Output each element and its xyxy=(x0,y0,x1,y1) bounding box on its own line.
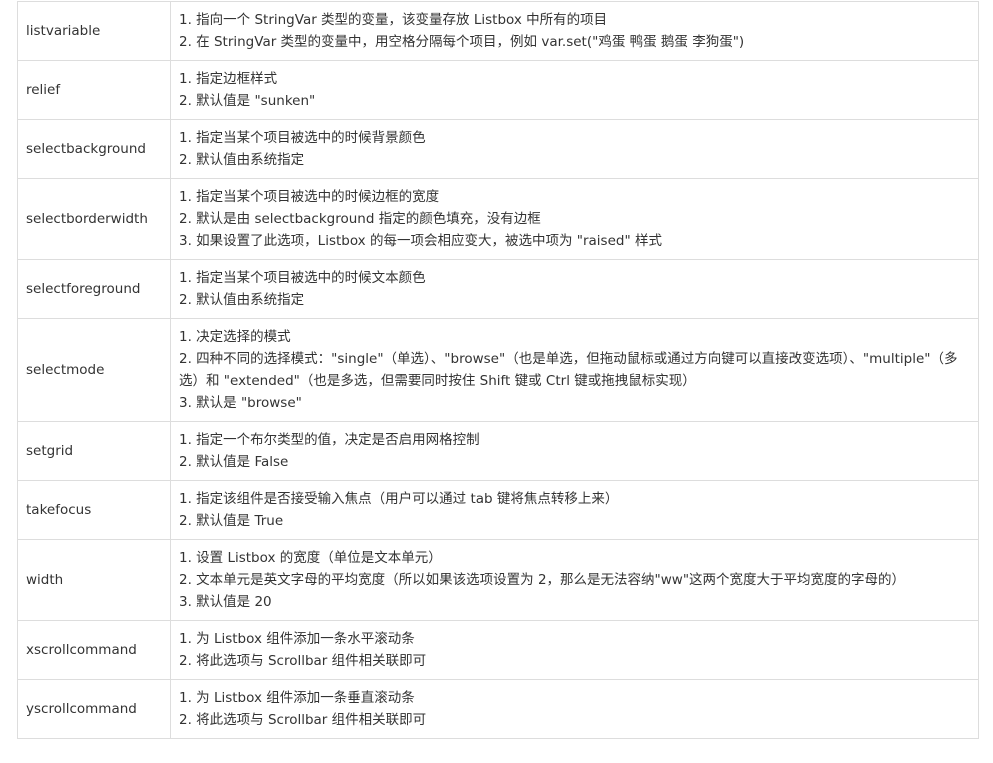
option-name: listvariable xyxy=(26,23,101,39)
option-description-line: 2. 在 StringVar 类型的变量中，用空格分隔每个项目，例如 var.s… xyxy=(179,34,745,50)
table-row: selectmode 1. 决定选择的模式 2. 四种不同的选择模式："single… xyxy=(17,318,979,422)
option-description-cell: 1. 指定一个布尔类型的值，决定是否启用网格控制 2. 默认值是 False xyxy=(170,421,979,481)
option-name-cell: yscrollcommand xyxy=(17,679,171,739)
table-row: listvariable 1. 指向一个 StringVar 类型的变量，该变量存… xyxy=(17,1,979,61)
option-description-line: 2. 将此选项与 Scrollbar 组件相关联即可 xyxy=(179,712,427,728)
table-row: relief 1. 指定边框样式 2. 默认值是 "sunken" xyxy=(17,60,979,120)
option-description-cell: 1. 指定该组件是否接受输入焦点（用户可以通过 tab 键将焦点转移上来） 2. … xyxy=(170,480,979,540)
option-name-cell: width xyxy=(17,539,171,621)
option-description-line: 1. 指定当某个项目被选中的时候文本颜色 xyxy=(179,270,426,286)
option-name: selectbackground xyxy=(26,141,146,157)
option-name-cell: selectforeground xyxy=(17,259,171,319)
option-description-cell: 1. 指定当某个项目被选中的时候文本颜色 2. 默认值由系统指定 xyxy=(170,259,979,319)
option-name-cell: relief xyxy=(17,60,171,120)
option-description-line: 3. 默认是 "browse" xyxy=(179,395,302,411)
option-name: selectmode xyxy=(26,362,105,378)
table-row: selectforeground 1. 指定当某个项目被选中的时候文本颜色 2. 默… xyxy=(17,259,979,319)
option-description-line: 1. 为 Listbox 组件添加一条水平滚动条 xyxy=(179,631,415,647)
option-description-line: 1. 指定该组件是否接受输入焦点（用户可以通过 tab 键将焦点转移上来） xyxy=(179,491,619,507)
table-row: xscrollcommand 1. 为 Listbox 组件添加一条水平滚动条 2.… xyxy=(17,620,979,680)
table-row: selectbackground 1. 指定当某个项目被选中的时候背景颜色 2. 默… xyxy=(17,119,979,179)
option-description-line: 2. 默认值由系统指定 xyxy=(179,152,305,168)
option-description-cell: 1. 设置 Listbox 的宽度（单位是文本单元） 2. 文本单元是英文字母的平… xyxy=(170,539,979,621)
option-description-cell: 1. 指定当某个项目被选中的时候背景颜色 2. 默认值由系统指定 xyxy=(170,119,979,179)
table-row: selectborderwidth 1. 指定当某个项目被选中的时候边框的宽度 2.… xyxy=(17,178,979,260)
option-description-line: 3. 默认值是 20 xyxy=(179,594,272,610)
option-description-line: 2. 四种不同的选择模式："single"（单选）、"browse"（也是单选，… xyxy=(179,351,958,389)
option-name: selectforeground xyxy=(26,281,141,297)
option-name-cell: selectbackground xyxy=(17,119,171,179)
option-description-line: 2. 将此选项与 Scrollbar 组件相关联即可 xyxy=(179,653,427,669)
option-description-cell: 1. 决定选择的模式 2. 四种不同的选择模式："single"（单选）、"bro… xyxy=(170,318,979,422)
option-description-cell: 1. 为 Listbox 组件添加一条垂直滚动条 2. 将此选项与 Scrollb… xyxy=(170,679,979,739)
table-row: takefocus 1. 指定该组件是否接受输入焦点（用户可以通过 tab 键将焦… xyxy=(17,480,979,540)
option-description-line: 3. 如果设置了此选项，Listbox 的每一项会相应变大，被选中项为 "rai… xyxy=(179,233,662,249)
option-name: takefocus xyxy=(26,502,92,518)
option-name-cell: setgrid xyxy=(17,421,171,481)
option-name-cell: xscrollcommand xyxy=(17,620,171,680)
option-description-line: 1. 决定选择的模式 xyxy=(179,329,291,345)
option-name: width xyxy=(26,572,64,588)
option-name-cell: listvariable xyxy=(17,1,171,61)
option-description-cell: 1. 指定边框样式 2. 默认值是 "sunken" xyxy=(170,60,979,120)
option-name-cell: selectmode xyxy=(17,318,171,422)
table-row: yscrollcommand 1. 为 Listbox 组件添加一条垂直滚动条 2.… xyxy=(17,679,979,739)
option-description-line: 1. 指向一个 StringVar 类型的变量，该变量存放 Listbox 中所… xyxy=(179,12,608,28)
option-description-line: 1. 为 Listbox 组件添加一条垂直滚动条 xyxy=(179,690,415,706)
option-description-line: 2. 文本单元是英文字母的平均宽度（所以如果该选项设置为 2，那么是无法容纳"w… xyxy=(179,572,906,588)
option-description-line: 2. 默认值是 True xyxy=(179,513,284,529)
option-description-line: 2. 默认值是 False xyxy=(179,454,289,470)
option-description-cell: 1. 为 Listbox 组件添加一条水平滚动条 2. 将此选项与 Scrollb… xyxy=(170,620,979,680)
option-name-cell: selectborderwidth xyxy=(17,178,171,260)
options-table-body: listvariable 1. 指向一个 StringVar 类型的变量，该变量存… xyxy=(17,1,979,739)
option-name: xscrollcommand xyxy=(26,642,137,658)
option-description-line: 2. 默认是由 selectbackground 指定的颜色填充，没有边框 xyxy=(179,211,541,227)
options-table-container: listvariable 1. 指向一个 StringVar 类型的变量，该变量存… xyxy=(17,1,979,739)
option-description-cell: 1. 指向一个 StringVar 类型的变量，该变量存放 Listbox 中所… xyxy=(170,1,979,61)
option-description-line: 1. 设置 Listbox 的宽度（单位是文本单元） xyxy=(179,550,442,566)
option-description-line: 1. 指定当某个项目被选中的时候边框的宽度 xyxy=(179,189,440,205)
option-description-line: 2. 默认值由系统指定 xyxy=(179,292,305,308)
option-description-line: 1. 指定当某个项目被选中的时候背景颜色 xyxy=(179,130,426,146)
option-description-line: 1. 指定一个布尔类型的值，决定是否启用网格控制 xyxy=(179,432,480,448)
options-table: listvariable 1. 指向一个 StringVar 类型的变量，该变量存… xyxy=(17,1,979,739)
table-row: width 1. 设置 Listbox 的宽度（单位是文本单元） 2. 文本单元是英… xyxy=(17,539,979,621)
option-name: yscrollcommand xyxy=(26,701,137,717)
option-name: setgrid xyxy=(26,443,74,459)
option-description-line: 2. 默认值是 "sunken" xyxy=(179,93,316,109)
option-name: relief xyxy=(26,82,61,98)
option-name: selectborderwidth xyxy=(26,211,148,227)
option-description-cell: 1. 指定当某个项目被选中的时候边框的宽度 2. 默认是由 selectbackg… xyxy=(170,178,979,260)
option-name-cell: takefocus xyxy=(17,480,171,540)
option-description-line: 1. 指定边框样式 xyxy=(179,71,278,87)
table-row: setgrid 1. 指定一个布尔类型的值，决定是否启用网格控制 2. 默认值是 F… xyxy=(17,421,979,481)
